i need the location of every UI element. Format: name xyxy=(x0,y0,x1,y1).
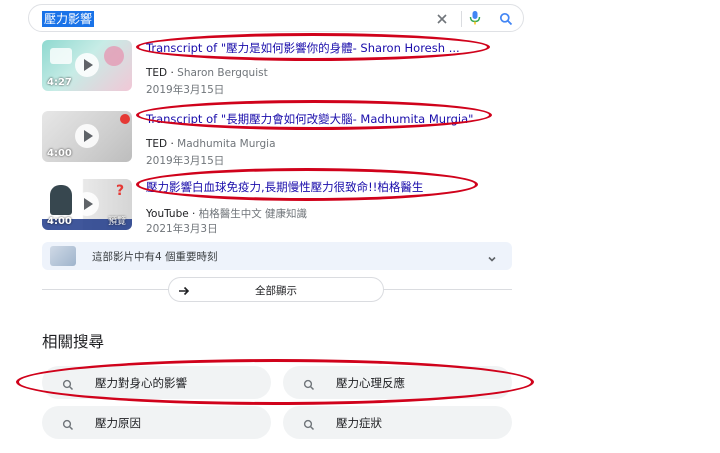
search-icon xyxy=(303,376,315,395)
question-mark-icon: ? xyxy=(116,183,125,199)
key-moments-thumbnail xyxy=(50,246,76,266)
related-search-label: 壓力原因 xyxy=(95,416,141,430)
thumbnail-illustration xyxy=(50,48,72,64)
search-icon[interactable] xyxy=(499,11,513,30)
video-title-link[interactable]: Transcript of "長期壓力會如何改變大腦- Madhumita Mu… xyxy=(146,111,473,127)
key-moments-expander[interactable]: 這部影片中有4 個重要時刻 xyxy=(42,242,512,270)
video-source: TED · Madhumita Murgia xyxy=(146,138,276,150)
thumbnail-illustration xyxy=(104,46,124,66)
related-search-label: 壓力心理反應 xyxy=(336,376,405,390)
related-search-chip[interactable]: 壓力症狀 xyxy=(283,406,512,439)
key-moments-text: 這部影片中有4 個重要時刻 xyxy=(92,251,218,263)
related-search-chip[interactable]: 壓力原因 xyxy=(42,406,271,439)
video-date: 2019年3月15日 xyxy=(146,84,225,96)
play-icon[interactable] xyxy=(75,124,99,148)
related-search-chip[interactable]: 壓力心理反應 xyxy=(283,366,512,399)
search-icon xyxy=(62,376,74,395)
show-all-button[interactable]: 全部顯示 xyxy=(168,277,384,302)
video-platform: TED xyxy=(146,138,168,150)
thumbnail-illustration xyxy=(120,114,130,124)
video-source: TED · Sharon Bergquist xyxy=(146,67,268,79)
search-bar-divider xyxy=(461,11,462,27)
video-thumbnail[interactable]: 4:00 xyxy=(42,111,132,162)
chevron-down-icon[interactable] xyxy=(486,250,498,269)
video-thumbnail[interactable]: ? 4:00 預覽 xyxy=(42,179,132,230)
video-title-link[interactable]: 壓力影響白血球免疫力,長期慢性壓力很致命!!柏格醫生 xyxy=(146,179,423,195)
play-icon[interactable] xyxy=(75,53,99,77)
video-duration: 4:00 xyxy=(47,148,72,159)
related-search-chip[interactable]: 壓力對身心的影響 xyxy=(42,366,271,399)
video-duration: 4:27 xyxy=(47,77,72,88)
related-searches-heading: 相關搜尋 xyxy=(42,333,105,351)
video-channel: Sharon Bergquist xyxy=(177,67,268,79)
video-channel: Madhumita Murgia xyxy=(177,138,276,150)
search-icon xyxy=(62,416,74,435)
video-date: 2021年3月3日 xyxy=(146,223,218,235)
video-result[interactable]: 4:27 Transcript of "壓力是如何影響你的身體- Sharon … xyxy=(42,40,512,100)
related-search-label: 壓力對身心的影響 xyxy=(95,376,187,390)
show-all-label: 全部顯示 xyxy=(255,285,297,297)
search-bar[interactable]: 壓力影響 xyxy=(28,4,524,32)
video-title-link[interactable]: Transcript of "壓力是如何影響你的身體- Sharon Hores… xyxy=(146,40,460,56)
video-date: 2019年3月15日 xyxy=(146,155,225,167)
video-platform: TED xyxy=(146,67,168,79)
preview-badge: 預覽 xyxy=(107,217,126,227)
video-source: YouTube · 柏格醫生中文 健康知識 xyxy=(146,208,308,220)
video-thumbnail[interactable]: 4:27 xyxy=(42,40,132,91)
video-duration: 4:00 xyxy=(47,216,72,227)
search-input[interactable]: 壓力影響 xyxy=(42,11,95,27)
video-channel: 柏格醫生中文 健康知識 xyxy=(198,208,308,220)
thumbnail-illustration xyxy=(50,185,72,215)
close-icon[interactable] xyxy=(435,11,449,30)
play-icon[interactable] xyxy=(75,192,99,216)
search-icon xyxy=(303,416,315,435)
mic-icon[interactable] xyxy=(469,10,481,30)
related-search-label: 壓力症狀 xyxy=(336,416,382,430)
video-result[interactable]: ? 4:00 預覽 壓力影響白血球免疫力,長期慢性壓力很致命!!柏格醫生 You… xyxy=(42,179,512,239)
video-result[interactable]: 4:00 Transcript of "長期壓力會如何改變大腦- Madhumi… xyxy=(42,111,512,171)
video-platform: YouTube xyxy=(146,208,189,220)
